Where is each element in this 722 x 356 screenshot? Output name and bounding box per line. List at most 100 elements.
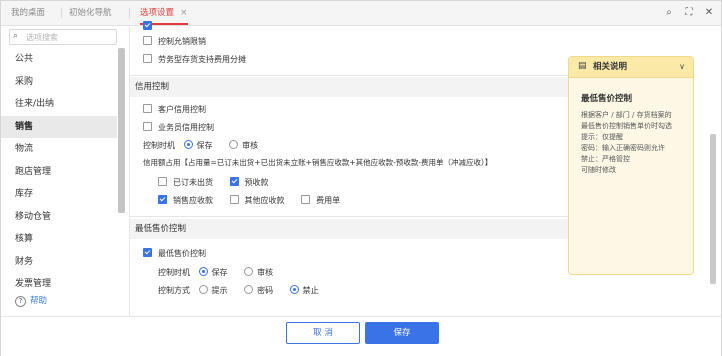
sidebar-item-accounts[interactable]: 往来/出纳 [1, 93, 117, 116]
min-price-method-row: 控制方式 提示 密码 禁止 [158, 285, 333, 296]
option-label: 已订未出货 [173, 178, 213, 187]
occupy-ordered-not-shipped[interactable]: 已订未出货 [158, 177, 213, 188]
radio-button[interactable] [244, 285, 254, 294]
radio-audit[interactable]: 审核 [229, 140, 258, 151]
footer: 取 消 保存 [1, 316, 721, 356]
panel-line: 可随时修改 [581, 166, 616, 174]
help-link[interactable]: ? 帮助 [15, 294, 47, 307]
radio-button[interactable] [229, 140, 239, 149]
section-title-credit: 信用控制 [130, 77, 575, 97]
service-cost-share-row[interactable]: 劳务型存货支持费用分摊 [143, 54, 246, 65]
radio-button[interactable] [198, 285, 208, 294]
occupy-advance-receipt[interactable]: 预收款 [229, 177, 269, 188]
search-icon[interactable]: ⌕ [662, 6, 676, 20]
radio-button[interactable] [198, 267, 208, 276]
panel-line: 禁止：严格管控 [581, 155, 630, 163]
tab-label: 初始化导航 [69, 8, 112, 18]
checkbox[interactable] [143, 104, 152, 113]
radio-label: 禁止 [302, 286, 319, 295]
option-label: 销售应收款 [173, 196, 213, 205]
document-icon: ▤ [578, 61, 587, 71]
radio-button[interactable] [289, 285, 299, 294]
tab-close-icon[interactable]: × [180, 8, 188, 18]
checkbox[interactable] [143, 248, 152, 257]
sidebar-item-sales[interactable]: 销售 [1, 115, 117, 138]
tab-init-nav[interactable]: 初始化导航 [69, 1, 112, 25]
checkbox[interactable] [143, 21, 152, 30]
sidebar-item-finance[interactable]: 财务 [1, 251, 117, 274]
sidebar-item-purchase[interactable]: 采购 [1, 71, 117, 94]
sidebar-item-mobile-warehouse[interactable]: 移动仓管 [1, 206, 117, 229]
sidebar-item-inventory[interactable]: 库存 [1, 183, 117, 206]
panel-line: 根据客户 / 部门 / 存货档案的 [581, 111, 672, 119]
radio-prompt[interactable]: 提示 [198, 285, 228, 296]
radio-audit[interactable]: 审核 [244, 267, 273, 278]
radio-save[interactable]: 保存 [183, 140, 213, 151]
sidebar-item-public[interactable]: 公共 [1, 48, 117, 71]
radio-label: 提示 [211, 286, 228, 295]
option-label: 控制允销限销 [158, 37, 206, 46]
occupy-sales-receivable[interactable]: 销售应收款 [158, 195, 213, 206]
radio-button[interactable] [183, 140, 193, 149]
close-icon[interactable]: ✕ [702, 6, 716, 20]
radio-button[interactable] [244, 267, 254, 276]
occupy-expense-bill[interactable]: 费用单 [301, 195, 340, 206]
tab-my-desktop[interactable]: 我的桌面 [11, 1, 45, 25]
help-label: 帮助 [30, 296, 48, 306]
save-button[interactable]: 保存 [365, 322, 439, 344]
radio-save[interactable]: 保存 [198, 267, 228, 278]
panel-line: 提示：仅提醒 [581, 133, 623, 141]
radio-password[interactable]: 密码 [244, 285, 273, 296]
option-label: 预收款 [244, 178, 269, 187]
tab-label: 我的桌面 [11, 8, 46, 18]
main-scrollbar[interactable] [710, 134, 716, 284]
radio-forbid[interactable]: 禁止 [289, 285, 319, 296]
field-label: 控制时机 [143, 141, 175, 150]
panel-line: 密码：输入正确密码则允许 [581, 144, 665, 152]
customer-credit-row[interactable]: 客户信用控制 [143, 104, 206, 115]
sidebar-item-invoice[interactable]: 发票管理 [1, 273, 117, 296]
credit-timing-row: 控制时机 保存 审核 [143, 140, 272, 151]
sidebar-item-store-visits[interactable]: 跑店管理 [1, 161, 117, 184]
option-label: 客户信用控制 [158, 105, 206, 114]
occupy-row-1: 已订未出货 预收款 [158, 177, 283, 188]
panel-title: 相关说明 [593, 62, 628, 72]
cancel-button[interactable]: 取 消 [286, 322, 360, 344]
radio-label: 保存 [211, 268, 228, 277]
checkbox[interactable] [143, 54, 152, 63]
search-input[interactable] [26, 30, 112, 44]
radio-label: 审核 [242, 141, 259, 150]
checkbox[interactable] [143, 122, 152, 131]
panel-header[interactable]: ▤ 相关说明 ∨ [569, 57, 693, 78]
field-label: 控制方式 [158, 286, 190, 295]
cut-off-row [143, 21, 158, 31]
occupy-other-receivable[interactable]: 其他应收款 [229, 195, 285, 206]
control-sale-limit-row[interactable]: 控制允销限销 [143, 36, 206, 47]
panel-line: 最低售价控制销售单价时勾选 [581, 122, 672, 130]
checkbox[interactable] [158, 177, 167, 186]
option-label: 劳务型存货支持费用分摊 [158, 55, 246, 64]
credit-formula: 信用额占用【占用量=已订未出货+已出货未立账+销售应收款+其他应收款-预收款-费… [143, 158, 493, 167]
section-title-min-price: 最低售价控制 [130, 219, 575, 239]
occupy-row-2: 销售应收款 其他应收款 费用单 [158, 195, 354, 206]
checkbox[interactable] [301, 195, 311, 204]
tab-divider [129, 8, 130, 18]
salesman-credit-row[interactable]: 业务员信用控制 [143, 122, 214, 133]
expand-icon[interactable]: ⛶ [682, 6, 696, 20]
min-price-enable-row[interactable]: 最低售价控制 [143, 248, 206, 259]
checkbox[interactable] [229, 195, 239, 204]
sidebar-scrollbar[interactable] [118, 48, 125, 213]
options-window: 我的桌面 初始化导航 选项设置 × ⌕ ⛶ ✕ ⌕ 公共 采购 往来/出纳 销售 … [0, 0, 722, 356]
min-price-timing-row: 控制时机 保存 审核 [158, 267, 287, 278]
chevron-down-icon[interactable]: ∨ [679, 57, 685, 77]
panel-topic: 最低售价控制 [581, 94, 633, 104]
field-label: 控制时机 [158, 268, 190, 277]
checkbox[interactable] [158, 195, 167, 204]
sidebar-item-accounting[interactable]: 核算 [1, 228, 117, 251]
radio-label: 密码 [257, 286, 274, 295]
tab-label: 选项设置 [140, 8, 175, 18]
checkbox[interactable] [143, 36, 152, 45]
tab-bar: 我的桌面 初始化导航 选项设置 × ⌕ ⛶ ✕ [1, 1, 721, 26]
sidebar-item-logistics[interactable]: 物流 [1, 138, 117, 161]
checkbox[interactable] [229, 177, 239, 186]
